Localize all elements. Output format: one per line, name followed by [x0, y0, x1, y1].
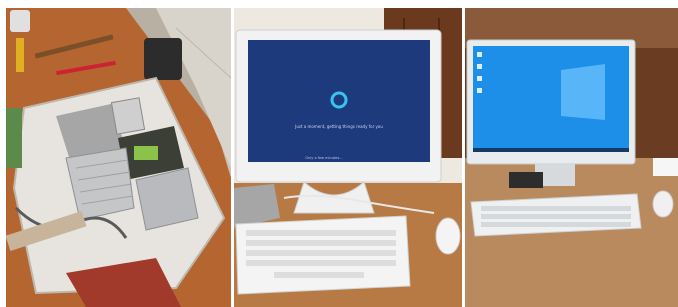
monitor-screen [473, 46, 629, 152]
windows-logo-icon [561, 64, 605, 120]
photo-disassembled-computer-scene [6, 8, 231, 307]
trash-bin [144, 38, 182, 80]
hard-drive [110, 97, 146, 135]
photo-computer-desktop-scene [465, 8, 678, 307]
photo-computer-windows-desktop [465, 8, 678, 307]
photo-computer-setup-screen: Just a moment, getting things ready for … [234, 8, 462, 307]
setup-text: Just a moment, getting things ready for … [294, 124, 383, 129]
screwdriver-tool [16, 38, 24, 72]
mouse [435, 217, 461, 255]
mug [10, 10, 30, 32]
phone [509, 172, 543, 188]
desktop-icon [477, 64, 482, 69]
mouse [652, 190, 674, 218]
desktop-icon [477, 76, 482, 81]
monitor-screen [248, 40, 430, 162]
setup-footer-text: Only a few minutes... [305, 156, 342, 160]
desktop-icon [477, 52, 482, 57]
photo-disassembled-computer [6, 8, 231, 307]
green-bag [6, 108, 22, 168]
ram-module [134, 146, 158, 160]
desktop-icon [477, 88, 482, 93]
taskbar [473, 148, 629, 152]
photo-computer-setup-scene: Just a moment, getting things ready for … [234, 8, 462, 307]
paper [653, 158, 678, 176]
